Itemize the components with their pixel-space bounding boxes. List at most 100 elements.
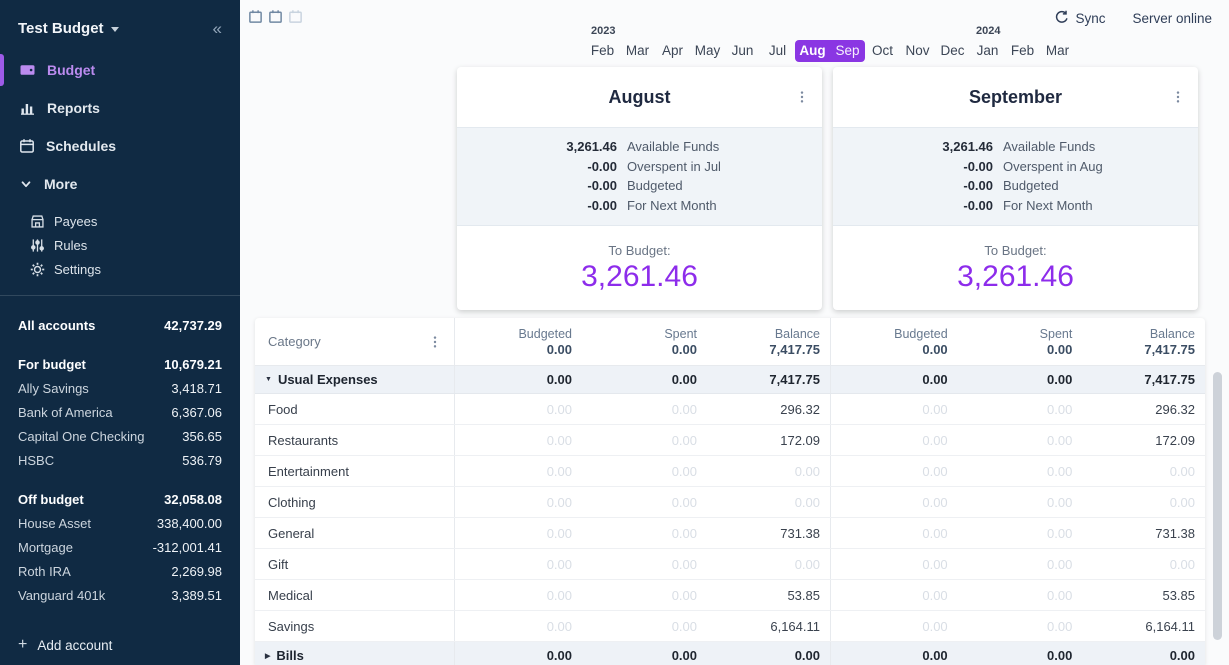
spent-cell[interactable]: 0.00 [956, 433, 1081, 448]
balance-cell[interactable]: 0.00 [705, 557, 830, 572]
account-row[interactable]: HSBC536.79 [18, 448, 222, 472]
collapse-sidebar-button[interactable]: « [213, 20, 222, 37]
spent-cell[interactable]: 0.00 [580, 433, 705, 448]
spent-cell[interactable]: 0.00 [580, 464, 705, 479]
budgeted-cell[interactable]: 0.00 [455, 402, 580, 417]
month-strip-apr[interactable]: Apr [655, 40, 690, 62]
dots-vertical-icon[interactable] [428, 334, 442, 350]
server-status[interactable]: Server online [1132, 11, 1212, 26]
group-name-cell[interactable]: ▼Usual Expenses [255, 366, 455, 393]
category-name-cell[interactable]: Food [255, 394, 455, 424]
balance-cell[interactable]: 0.00 [705, 464, 830, 479]
month-strip-sep[interactable]: Sep [830, 40, 865, 62]
month-strip-feb[interactable]: Feb [1005, 40, 1040, 62]
for-budget-row[interactable]: For budget10,679.21 [18, 352, 222, 376]
sidebar-item-settings[interactable]: Settings [0, 257, 240, 281]
account-row[interactable]: Bank of America6,367.06 [18, 400, 222, 424]
balance-cell[interactable]: 0.00 [705, 495, 830, 510]
account-row[interactable]: Ally Savings3,418.71 [18, 376, 222, 400]
balance-cell[interactable]: 0.00 [1080, 495, 1205, 510]
calendar-two-months-icon[interactable] [268, 9, 283, 24]
month-strip-jul[interactable]: Jul [760, 40, 795, 62]
month-strip-nov[interactable]: Nov [900, 40, 935, 62]
spent-cell[interactable]: 0.00 [580, 588, 705, 603]
sidebar-item-schedules[interactable]: Schedules [0, 127, 240, 165]
spent-cell[interactable]: 0.00 [956, 526, 1081, 541]
spent-cell[interactable]: 0.00 [580, 402, 705, 417]
budgeted-cell[interactable]: 0.00 [455, 495, 580, 510]
month-strip-may[interactable]: May [690, 40, 725, 62]
budgeted-cell[interactable]: 0.00 [831, 557, 956, 572]
budgeted-cell[interactable]: 0.00 [831, 526, 956, 541]
scrollbar-thumb[interactable] [1213, 372, 1222, 640]
category-name-cell[interactable]: Medical [255, 580, 455, 610]
budgeted-cell[interactable]: 0.00 [455, 557, 580, 572]
balance-cell[interactable]: 296.32 [705, 402, 830, 417]
balance-cell[interactable]: 53.85 [1080, 588, 1205, 603]
month-strip-mar[interactable]: Mar [620, 40, 655, 62]
balance-cell[interactable]: 172.09 [1080, 433, 1205, 448]
calendar-one-month-icon[interactable] [248, 9, 263, 24]
sidebar-item-rules[interactable]: Rules [0, 233, 240, 257]
balance-cell[interactable]: 53.85 [705, 588, 830, 603]
off-budget-row[interactable]: Off budget32,058.08 [18, 487, 222, 511]
budgeted-cell[interactable]: 0.00 [455, 464, 580, 479]
category-name-cell[interactable]: Savings [255, 611, 455, 641]
budgeted-cell[interactable]: 0.00 [831, 464, 956, 479]
category-name-cell[interactable]: General [255, 518, 455, 548]
to-budget-value[interactable]: 3,261.46 [581, 260, 698, 294]
month-strip-mar[interactable]: Mar [1040, 40, 1075, 62]
balance-cell[interactable]: 731.38 [705, 526, 830, 541]
all-accounts-row[interactable]: All accounts42,737.29 [18, 313, 222, 337]
balance-cell[interactable]: 172.09 [705, 433, 830, 448]
category-name-cell[interactable]: Entertainment [255, 456, 455, 486]
sidebar-item-reports[interactable]: Reports [0, 89, 240, 127]
spent-cell[interactable]: 0.00 [580, 619, 705, 634]
budgeted-cell[interactable]: 0.00 [831, 619, 956, 634]
spent-cell[interactable]: 0.00 [956, 402, 1081, 417]
spent-cell[interactable]: 0.00 [956, 557, 1081, 572]
dots-vertical-icon[interactable] [1171, 89, 1185, 105]
budgeted-cell[interactable]: 0.00 [455, 433, 580, 448]
dots-vertical-icon[interactable] [795, 89, 809, 105]
budgeted-cell[interactable]: 0.00 [831, 433, 956, 448]
month-strip-jan[interactable]: Jan [970, 40, 1005, 62]
account-row[interactable]: Roth IRA2,269.98 [18, 559, 222, 583]
month-strip-jun[interactable]: Jun [725, 40, 760, 62]
calendar-three-months-icon[interactable] [288, 9, 303, 24]
group-name-cell[interactable]: ▶Bills [255, 642, 455, 665]
spent-cell[interactable]: 0.00 [956, 588, 1081, 603]
category-name-cell[interactable]: Clothing [255, 487, 455, 517]
budget-switcher[interactable]: Test Budget [18, 20, 119, 37]
balance-cell[interactable]: 6,164.11 [1080, 619, 1205, 634]
budgeted-cell[interactable]: 0.00 [831, 588, 956, 603]
category-name-cell[interactable]: Restaurants [255, 425, 455, 455]
balance-cell[interactable]: 731.38 [1080, 526, 1205, 541]
month-strip-dec[interactable]: Dec [935, 40, 970, 62]
sidebar-item-budget[interactable]: Budget [0, 51, 240, 89]
to-budget-value[interactable]: 3,261.46 [957, 260, 1074, 294]
balance-cell[interactable]: 296.32 [1080, 402, 1205, 417]
month-strip-aug[interactable]: Aug [795, 40, 830, 62]
sidebar-item-more[interactable]: More [0, 165, 240, 203]
balance-cell[interactable]: 0.00 [1080, 464, 1205, 479]
account-row[interactable]: Vanguard 401k3,389.51 [18, 583, 222, 607]
spent-cell[interactable]: 0.00 [956, 495, 1081, 510]
budgeted-cell[interactable]: 0.00 [831, 495, 956, 510]
spent-cell[interactable]: 0.00 [580, 526, 705, 541]
month-strip-oct[interactable]: Oct [865, 40, 900, 62]
sidebar-item-payees[interactable]: Payees [0, 209, 240, 233]
balance-cell[interactable]: 6,164.11 [705, 619, 830, 634]
account-row[interactable]: House Asset338,400.00 [18, 511, 222, 535]
balance-cell[interactable]: 0.00 [1080, 557, 1205, 572]
account-row[interactable]: Capital One Checking356.65 [18, 424, 222, 448]
month-strip-feb[interactable]: Feb [585, 40, 620, 62]
budgeted-cell[interactable]: 0.00 [831, 402, 956, 417]
add-account-button[interactable]: + Add account [18, 636, 112, 654]
spent-cell[interactable]: 0.00 [580, 495, 705, 510]
spent-cell[interactable]: 0.00 [956, 464, 1081, 479]
spent-cell[interactable]: 0.00 [956, 619, 1081, 634]
budgeted-cell[interactable]: 0.00 [455, 619, 580, 634]
category-name-cell[interactable]: Gift [255, 549, 455, 579]
account-row[interactable]: Mortgage-312,001.41 [18, 535, 222, 559]
